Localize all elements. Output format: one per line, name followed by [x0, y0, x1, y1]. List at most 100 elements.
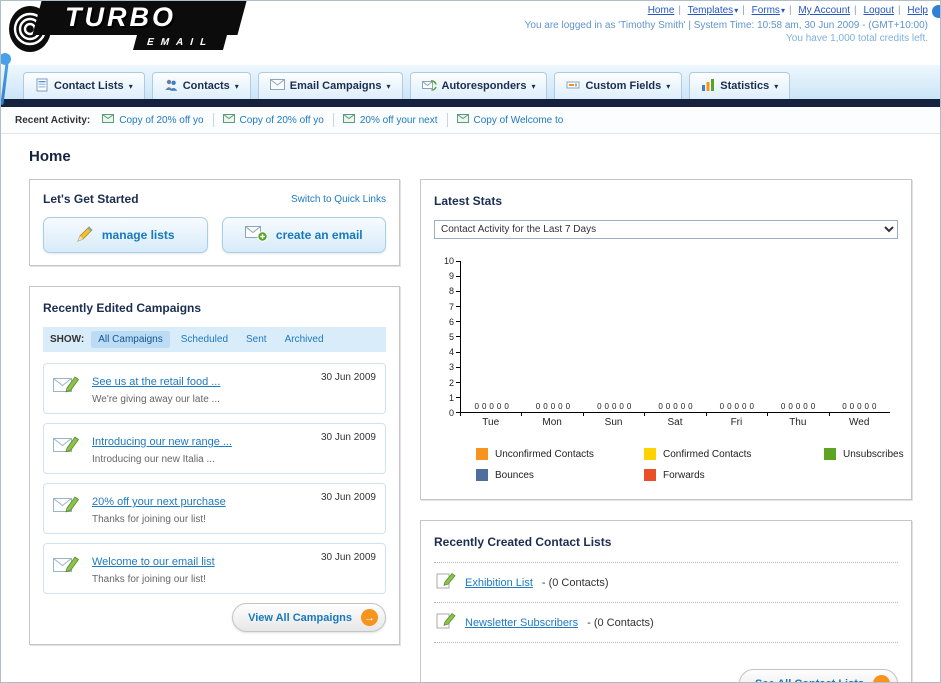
- app-window: TURBO EMAIL Home | Templates▾ | Forms▾ | My…: [0, 0, 941, 683]
- recent-activity-item[interactable]: 20% off your next: [342, 114, 438, 126]
- main-content: Home Let's Get Started Switch to Quick L…: [1, 134, 940, 682]
- separator: |: [678, 5, 681, 16]
- envelope-pencil-icon: [53, 492, 83, 520]
- chart-plot-area: 00000000000000000000000000000000000: [460, 261, 890, 413]
- filter-all-campaigns[interactable]: All Campaigns: [91, 331, 170, 348]
- get-started-title: Let's Get Started: [43, 192, 139, 206]
- contact-list-link[interactable]: Exhibition List: [465, 577, 533, 589]
- pencil-icon: [76, 225, 94, 246]
- credits-info: You have 1,000 total credits left.: [786, 33, 928, 44]
- legend-swatch: [824, 448, 836, 460]
- nav-link-home[interactable]: Home: [648, 5, 675, 16]
- campaign-link[interactable]: Introducing our new range ...: [92, 436, 232, 448]
- envelope-pencil-icon: [53, 552, 83, 580]
- legend-label: Unconfirmed Contacts: [495, 448, 594, 460]
- tab-autoresponders[interactable]: Autoresponders ▾: [409, 72, 548, 99]
- campaign-link[interactable]: Welcome to our email list: [92, 556, 215, 568]
- envelope-icon: [456, 114, 469, 126]
- view-all-campaigns-button[interactable]: View All Campaigns →: [232, 603, 386, 632]
- show-label: SHOW:: [50, 334, 85, 345]
- separator: |: [788, 5, 792, 16]
- envelope-plus-icon: [244, 225, 268, 245]
- nav-link-help[interactable]: Help: [907, 5, 928, 16]
- tab-label: Email Campaigns: [289, 80, 382, 92]
- campaign-subject: Thanks for joining our list!: [92, 514, 206, 525]
- campaign-filter-bar: SHOW: All Campaigns Scheduled Sent Archi…: [43, 327, 386, 352]
- envelope-icon: [222, 114, 235, 126]
- view-all-campaigns-label: View All Campaigns: [248, 611, 352, 624]
- recent-campaigns-panel: Recently Edited Campaigns SHOW: All Camp…: [29, 286, 400, 645]
- top-links: Home | Templates▾ | Forms▾ | My Account | Lo…: [525, 5, 928, 16]
- chevron-down-icon: ▾: [234, 81, 239, 91]
- switch-quick-links-link[interactable]: Switch to Quick Links: [291, 194, 386, 205]
- filter-archived[interactable]: Archived: [278, 331, 331, 348]
- recent-activity-link[interactable]: 20% off your next: [360, 115, 438, 126]
- legend-label: Forwards: [663, 469, 705, 481]
- manage-lists-label: manage lists: [101, 228, 175, 242]
- legend-item-unconfirmed: Unconfirmed Contacts: [476, 448, 644, 460]
- nav-divider-strip: [1, 99, 940, 107]
- nav-link-forms[interactable]: Forms: [752, 5, 780, 16]
- divider: [446, 113, 448, 127]
- tab-label: Custom Fields: [585, 80, 662, 92]
- campaign-subject: Introducing our new Italia ...: [92, 454, 215, 465]
- recent-activity-item[interactable]: Copy of 20% off yo: [222, 114, 324, 126]
- campaign-row: Introducing our new range ... Introducing…: [43, 423, 386, 474]
- nav-link-my-account[interactable]: My Account: [798, 5, 850, 16]
- filter-sent[interactable]: Sent: [239, 331, 274, 348]
- legend-label: Bounces: [495, 469, 534, 481]
- campaign-subject: Thanks for joining our list!: [92, 574, 206, 585]
- chart-groups: 00000000000000000000000000000000000: [474, 402, 877, 411]
- tab-label: Contact Lists: [54, 80, 124, 92]
- tab-custom-fields[interactable]: Custom Fields ▾: [554, 72, 683, 99]
- tab-contact-lists[interactable]: Contact Lists ▾: [23, 72, 145, 99]
- app-logo[interactable]: TURBO EMAIL: [7, 1, 277, 59]
- tab-email-campaigns[interactable]: Email Campaigns ▾: [257, 72, 403, 99]
- campaign-link[interactable]: See us at the retail food ...: [92, 376, 220, 388]
- email-campaigns-icon: [269, 79, 285, 93]
- recent-contact-lists-title: Recently Created Contact Lists: [434, 535, 612, 549]
- tab-statistics[interactable]: Statistics ▾: [689, 72, 791, 99]
- contact-list-item: Newsletter Subscribers - (0 Contacts): [434, 603, 898, 643]
- statistics-icon: [701, 78, 715, 95]
- contact-list-list: Exhibition List - (0 Contacts) Newslette…: [434, 562, 898, 643]
- tab-label: Statistics: [720, 80, 770, 92]
- chevron-down-icon: ▾: [734, 6, 739, 15]
- chart-ylabels: 10 9 8 7 6 5 4 3 2 1 0: [434, 257, 460, 417]
- campaign-date: 30 Jun 2009: [320, 432, 376, 443]
- recent-activity-link[interactable]: Copy of 20% off yo: [240, 115, 324, 126]
- recent-activity-item[interactable]: Copy of Welcome to: [456, 114, 564, 126]
- arrow-right-icon: →: [873, 675, 890, 682]
- legend-item-forwards: Forwards: [644, 469, 824, 481]
- chart-legend: Unconfirmed Contacts Confirmed Contacts …: [476, 448, 904, 481]
- recent-activity-link[interactable]: Copy of Welcome to: [474, 115, 564, 126]
- autoresponders-icon: [421, 79, 437, 94]
- legend-label: Confirmed Contacts: [663, 448, 752, 460]
- recent-activity-item[interactable]: Copy of 20% off yo: [102, 114, 204, 126]
- tab-label: Autoresponders: [441, 80, 527, 92]
- manage-lists-button[interactable]: manage lists: [43, 217, 208, 253]
- page-title: Home: [29, 148, 71, 165]
- campaign-row: 20% off your next purchase Thanks for joi…: [43, 483, 386, 534]
- envelope-pencil-icon: [53, 432, 83, 460]
- recent-activity-link[interactable]: Copy of 20% off yo: [119, 115, 203, 126]
- recent-contact-lists-panel: Recently Created Contact Lists Exhibitio…: [420, 520, 912, 682]
- create-email-button[interactable]: create an email: [221, 217, 386, 253]
- legend-swatch: [644, 469, 656, 481]
- contact-list-link[interactable]: Newsletter Subscribers: [465, 617, 578, 629]
- contact-list-item: Exhibition List - (0 Contacts): [434, 563, 898, 603]
- campaign-date: 30 Jun 2009: [320, 552, 376, 563]
- legend-swatch: [476, 469, 488, 481]
- annotation-marker-right: [932, 5, 940, 18]
- see-all-contact-lists-button[interactable]: See All Contact Lists →: [738, 669, 898, 682]
- campaign-subject: We're giving away our late ...: [92, 394, 220, 405]
- paper-pencil-icon: [436, 572, 456, 593]
- stats-period-select[interactable]: Contact Activity for the Last 7 Days: [434, 220, 898, 239]
- filter-scheduled[interactable]: Scheduled: [174, 331, 235, 348]
- nav-link-templates[interactable]: Templates: [688, 5, 734, 16]
- tab-contacts[interactable]: Contacts ▾: [151, 72, 251, 99]
- envelope-pencil-icon: [53, 372, 83, 400]
- legend-item-bounces: Bounces: [476, 469, 644, 481]
- nav-link-logout[interactable]: Logout: [863, 5, 894, 16]
- campaign-link[interactable]: 20% off your next purchase: [92, 496, 226, 508]
